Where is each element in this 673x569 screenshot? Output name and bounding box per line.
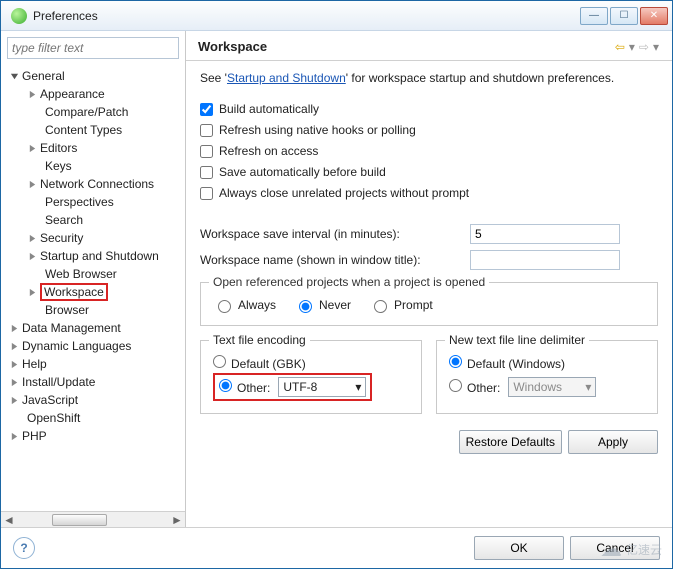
tree-item-php[interactable]: PHP [5,427,185,445]
openref-always[interactable]: Always [213,297,276,313]
delim-combo[interactable]: Windows▾ [508,377,596,397]
chevron-down-icon: ▾ [585,380,591,394]
preferences-window: Preferences — ☐ ✕ General Appearance Com… [0,0,673,569]
delim-other[interactable]: Other: [449,379,500,395]
tree-item-startup[interactable]: Startup and Shutdown [5,247,185,265]
filter-input[interactable] [7,37,179,59]
cancel-button[interactable]: Cancel [570,536,660,560]
close-unrelated-checkbox[interactable] [200,187,213,200]
tree-item-workspace[interactable]: Workspace [5,283,185,301]
tree-item-browser[interactable]: Browser [5,301,185,319]
expand-icon [9,359,20,370]
minimize-button[interactable]: — [580,7,608,25]
openref-never[interactable]: Never [294,297,351,313]
expand-icon [9,377,20,388]
back-icon[interactable]: ⇦ [614,40,626,54]
enc-other[interactable]: Other: [219,379,270,395]
tree-item-search[interactable]: Search [5,211,185,229]
openref-prompt[interactable]: Prompt [369,297,433,313]
sidebar: General Appearance Compare/Patch Content… [1,31,186,527]
tree-item-editors[interactable]: Editors [5,139,185,157]
interval-label: Workspace save interval (in minutes): [200,227,470,241]
tree-item-dynlang[interactable]: Dynamic Languages [5,337,185,355]
preference-tree[interactable]: General Appearance Compare/Patch Content… [1,65,185,511]
expand-icon [27,143,38,154]
startup-link[interactable]: Startup and Shutdown [227,71,346,85]
wsname-input[interactable] [470,250,620,270]
expand-icon [9,431,20,442]
expand-icon [27,287,38,298]
enc-combo[interactable]: UTF-8▾ [278,377,366,397]
back-menu-icon[interactable]: ▾ [628,40,636,54]
tree-item-js[interactable]: JavaScript [5,391,185,409]
expand-icon [9,395,20,406]
delim-default[interactable]: Default (Windows) [449,355,565,371]
app-icon [11,8,27,24]
delimiter-group: New text file line delimiter Default (Wi… [436,340,658,414]
help-button[interactable]: ? [13,537,35,559]
tree-item-general[interactable]: General [5,67,185,85]
tree-item-help[interactable]: Help [5,355,185,373]
apply-button[interactable]: Apply [568,430,658,454]
tree-item-install[interactable]: Install/Update [5,373,185,391]
tree-item-appearance[interactable]: Appearance [5,85,185,103]
tree-item-security[interactable]: Security [5,229,185,247]
expand-icon [27,89,38,100]
wsname-label: Workspace name (shown in window title): [200,253,470,267]
build-auto-checkbox[interactable] [200,103,213,116]
horizontal-scrollbar[interactable]: ◄► [1,511,185,527]
ok-button[interactable]: OK [474,536,564,560]
titlebar[interactable]: Preferences — ☐ ✕ [1,1,672,31]
tree-item-network[interactable]: Network Connections [5,175,185,193]
forward-menu-icon[interactable]: ▾ [652,40,660,54]
page-title: Workspace [198,39,614,54]
close-button[interactable]: ✕ [640,7,668,25]
tree-item-compare[interactable]: Compare/Patch [5,103,185,121]
encoding-group: Text file encoding Default (GBK) Other: … [200,340,422,414]
window-title: Preferences [33,9,580,23]
enc-default[interactable]: Default (GBK) [213,355,306,371]
tree-item-openshift[interactable]: OpenShift [5,409,185,427]
interval-input[interactable] [470,224,620,244]
tree-item-webbrowser[interactable]: Web Browser [5,265,185,283]
chevron-down-icon: ▾ [355,380,361,394]
tree-item-contenttypes[interactable]: Content Types [5,121,185,139]
refresh-access-checkbox[interactable] [200,145,213,158]
open-referenced-group: Open referenced projects when a project … [200,282,658,326]
tree-item-perspectives[interactable]: Perspectives [5,193,185,211]
save-before-build-checkbox[interactable] [200,166,213,179]
intro-text: See 'Startup and Shutdown' for workspace… [200,71,658,85]
maximize-button[interactable]: ☐ [610,7,638,25]
expand-icon [9,341,20,352]
tree-item-keys[interactable]: Keys [5,157,185,175]
restore-defaults-button[interactable]: Restore Defaults [459,430,562,454]
expand-icon [27,179,38,190]
expand-icon [27,251,38,262]
expand-icon [9,323,20,334]
tree-item-datamgmt[interactable]: Data Management [5,319,185,337]
collapse-icon [9,71,20,82]
forward-icon[interactable]: ⇨ [638,40,650,54]
expand-icon [27,233,38,244]
refresh-native-checkbox[interactable] [200,124,213,137]
